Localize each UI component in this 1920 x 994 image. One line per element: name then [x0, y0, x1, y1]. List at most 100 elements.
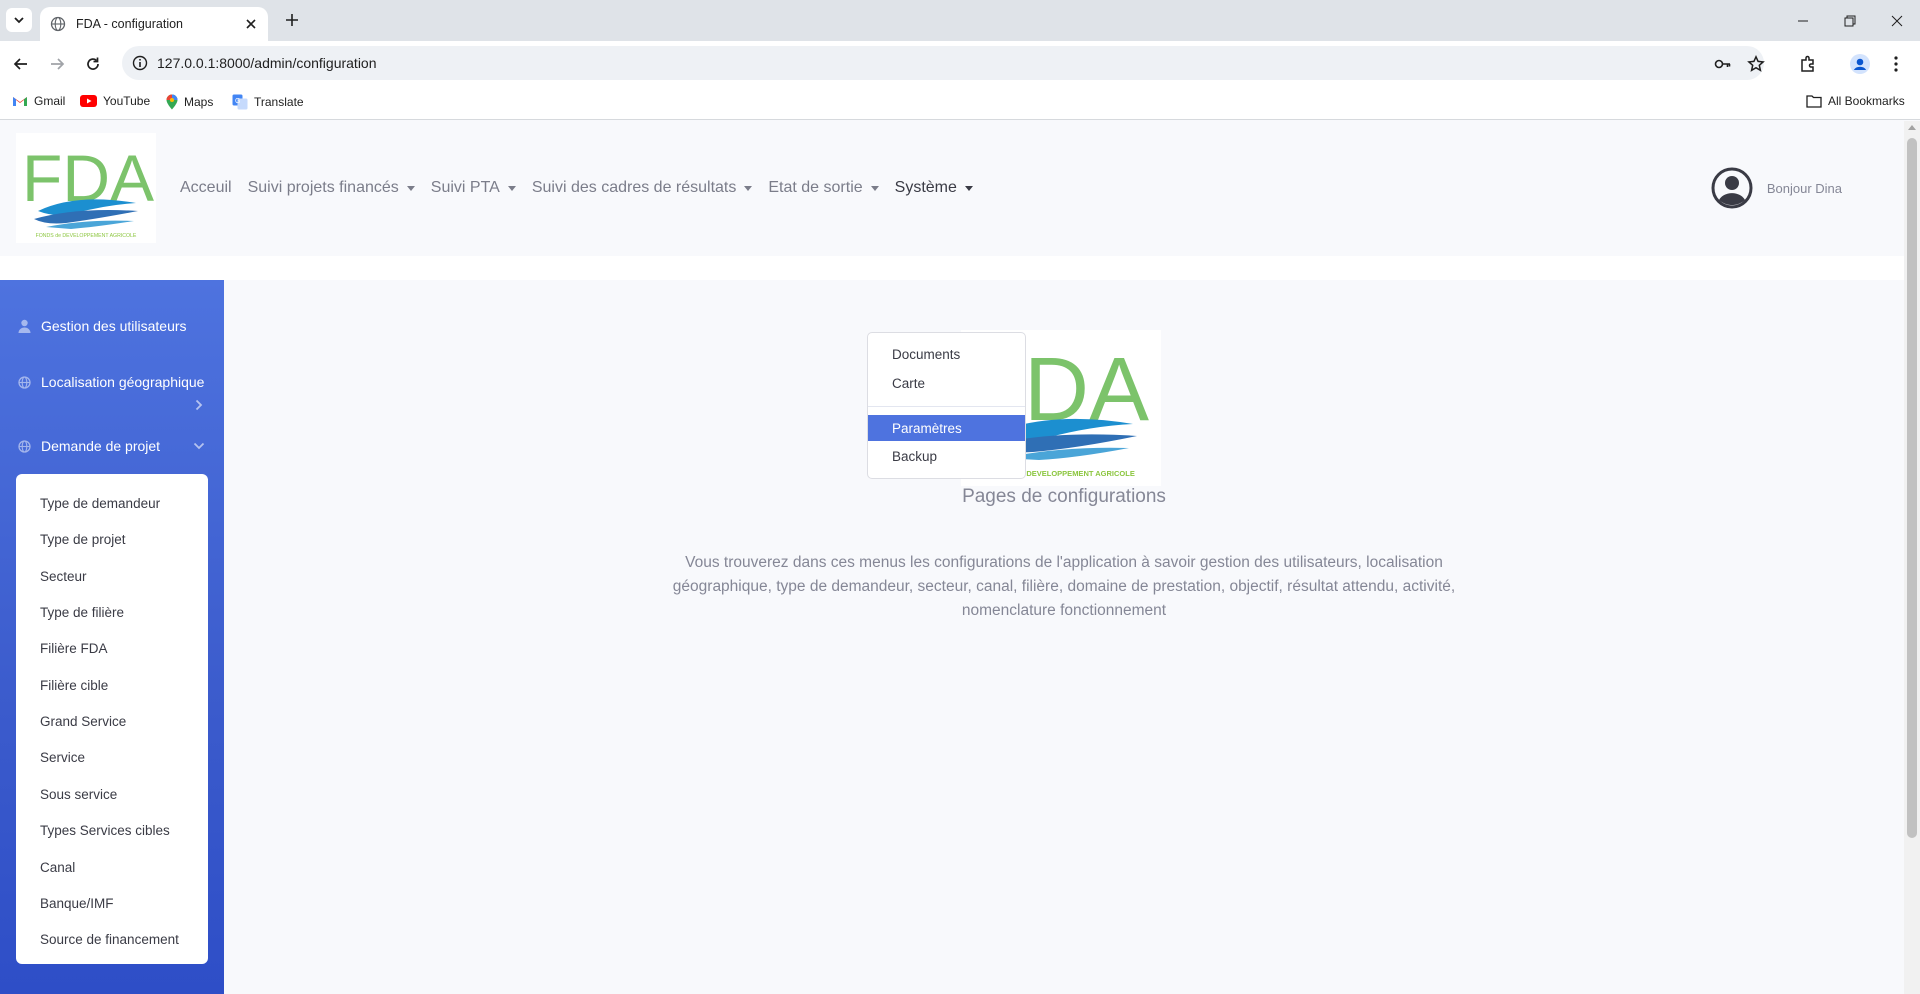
nav-label: Système [894, 179, 957, 196]
submenu-item[interactable]: Types Services cibles [40, 823, 170, 838]
nav-label: Suivi projets financés [247, 179, 399, 196]
folder-icon [1806, 95, 1822, 108]
all-bookmarks[interactable]: All Bookmarks [1806, 94, 1905, 108]
extensions-button[interactable] [1797, 53, 1819, 75]
caret-down-icon [870, 185, 879, 191]
nav-suivi-pta[interactable]: Suivi PTA [431, 179, 516, 197]
dropdown-item-parametres[interactable]: Paramètres [868, 415, 1025, 441]
caret-down-icon [744, 185, 753, 191]
page-scrollbar[interactable] [1904, 121, 1920, 994]
fda-logo-graphic: FDA FONDS de DEVELOPPEMENT AGRICOLE [22, 141, 154, 239]
browser-menu-button[interactable] [1885, 53, 1907, 75]
address-bar[interactable]: 127.0.0.1:8000/admin/configuration [122, 46, 1765, 80]
bookmark-label: Translate [254, 95, 304, 109]
bookmark-youtube[interactable]: YouTube [80, 94, 150, 108]
sidebar-item-demande-projet[interactable]: Demande de projet [18, 438, 160, 454]
chevron-down-icon [14, 17, 24, 24]
submenu-item[interactable]: Type de demandeur [40, 496, 160, 511]
dropdown-item-carte[interactable]: Carte [868, 370, 1025, 396]
user-icon [18, 319, 31, 333]
dropdown-divider [868, 406, 1025, 407]
reload-icon [87, 57, 99, 70]
minimize-icon [1798, 20, 1808, 21]
arrow-left-icon [13, 58, 27, 70]
close-window-button[interactable] [1874, 0, 1920, 41]
sidebar-item-label: Gestion des utilisateurs [41, 318, 187, 334]
header-divider [0, 256, 1904, 280]
submenu-item[interactable]: Canal [40, 860, 75, 875]
caret-down-icon [964, 185, 973, 191]
logo-subtext: FONDS de DEVELOPPEMENT AGRICOLE [36, 233, 137, 239]
profile-icon [1850, 54, 1870, 74]
submenu-item[interactable]: Banque/IMF [40, 896, 114, 911]
caret-down-icon [507, 185, 516, 191]
restore-button[interactable] [1827, 0, 1873, 41]
sidebar-item-localisation[interactable]: Localisation géographique [18, 374, 204, 390]
chevron-down-icon[interactable] [193, 442, 205, 450]
nav-suivi-cadres[interactable]: Suivi des cadres de résultats [532, 179, 753, 197]
close-icon [1891, 15, 1903, 26]
all-bookmarks-label: All Bookmarks [1828, 94, 1905, 108]
chevron-right-icon[interactable] [195, 399, 203, 411]
sidebar: Gestion des utilisateurs Localisation gé… [0, 280, 224, 994]
star-icon[interactable] [1747, 55, 1765, 73]
nav-etat-sortie[interactable]: Etat de sortie [768, 179, 879, 197]
bookmark-translate[interactable]: G Translate [232, 94, 304, 110]
translate-icon: G [232, 94, 248, 110]
main-nav: Acceuil Suivi projets financés Suivi PTA… [180, 179, 989, 197]
bookmark-gmail[interactable]: Gmail [12, 94, 65, 108]
gmail-icon [13, 97, 27, 106]
submenu-item[interactable]: Secteur [40, 569, 87, 584]
bookmark-maps[interactable]: Maps [166, 94, 213, 110]
nav-label: Acceuil [180, 179, 232, 196]
nav-suivi-projets[interactable]: Suivi projets financés [248, 179, 415, 197]
browser-tab-bar: FDA - configuration [0, 0, 1920, 41]
minimize-button[interactable] [1780, 0, 1826, 41]
site-info-icon[interactable] [132, 55, 148, 71]
main-content: FDA FONDS de DEVELOPPEMENT AGRICOLE Page… [224, 280, 1904, 994]
page-title: Pages de configurations [962, 486, 1166, 507]
submenu-item[interactable]: Type de projet [40, 532, 126, 547]
scrollbar-thumb[interactable] [1907, 138, 1917, 838]
url-text: 127.0.0.1:8000/admin/configuration [157, 55, 377, 71]
caret-down-icon [406, 185, 415, 191]
nav-systeme[interactable]: Système [895, 179, 973, 197]
profile-button[interactable] [1849, 53, 1871, 75]
password-key-icon[interactable] [1714, 55, 1732, 73]
dropdown-item-backup[interactable]: Backup [868, 443, 1025, 469]
submenu-item[interactable]: Source de financement [40, 932, 179, 947]
globe-icon [50, 16, 66, 32]
youtube-icon [80, 95, 97, 107]
sidebar-item-label: Demande de projet [41, 438, 161, 454]
user-menu[interactable]: Bonjour Dina [1711, 167, 1842, 209]
top-navbar: FDA FONDS de DEVELOPPEMENT AGRICOLE Acce… [0, 121, 1904, 256]
submenu-item[interactable]: Grand Service [40, 714, 126, 729]
browser-toolbar: 127.0.0.1:8000/admin/configuration [0, 41, 1920, 86]
nav-label: Etat de sortie [768, 179, 863, 196]
submenu-item[interactable]: Sous service [40, 787, 117, 802]
sidebar-item-utilisateurs[interactable]: Gestion des utilisateurs [18, 318, 187, 334]
scroll-up-arrow-icon[interactable] [1908, 125, 1916, 130]
close-tab-icon[interactable] [244, 17, 258, 31]
submenu-item[interactable]: Filière FDA [40, 641, 108, 656]
browser-tab[interactable]: FDA - configuration [40, 7, 268, 41]
dropdown-item-documents[interactable]: Documents [868, 341, 1025, 367]
more-vertical-icon [1894, 56, 1898, 72]
svg-text:G: G [235, 98, 240, 105]
sidebar-submenu: Type de demandeur Type de projet Secteur… [16, 474, 208, 964]
plus-icon [286, 14, 298, 26]
forward-button[interactable] [46, 53, 68, 75]
back-button[interactable] [10, 53, 32, 75]
new-tab-button[interactable] [282, 10, 302, 30]
tab-title: FDA - configuration [76, 17, 183, 31]
arrow-right-icon [51, 58, 65, 70]
submenu-item[interactable]: Service [40, 750, 85, 765]
submenu-item[interactable]: Type de filière [40, 605, 124, 620]
submenu-item[interactable]: Filière cible [40, 678, 108, 693]
nav-acceuil[interactable]: Acceuil [180, 179, 232, 197]
reload-button[interactable] [82, 53, 104, 75]
brand-logo[interactable]: FDA FONDS de DEVELOPPEMENT AGRICOLE [16, 133, 156, 243]
tab-search-button[interactable] [6, 8, 32, 32]
maps-pin-icon [166, 94, 178, 110]
sidebar-item-label: Localisation géographique [41, 374, 205, 390]
